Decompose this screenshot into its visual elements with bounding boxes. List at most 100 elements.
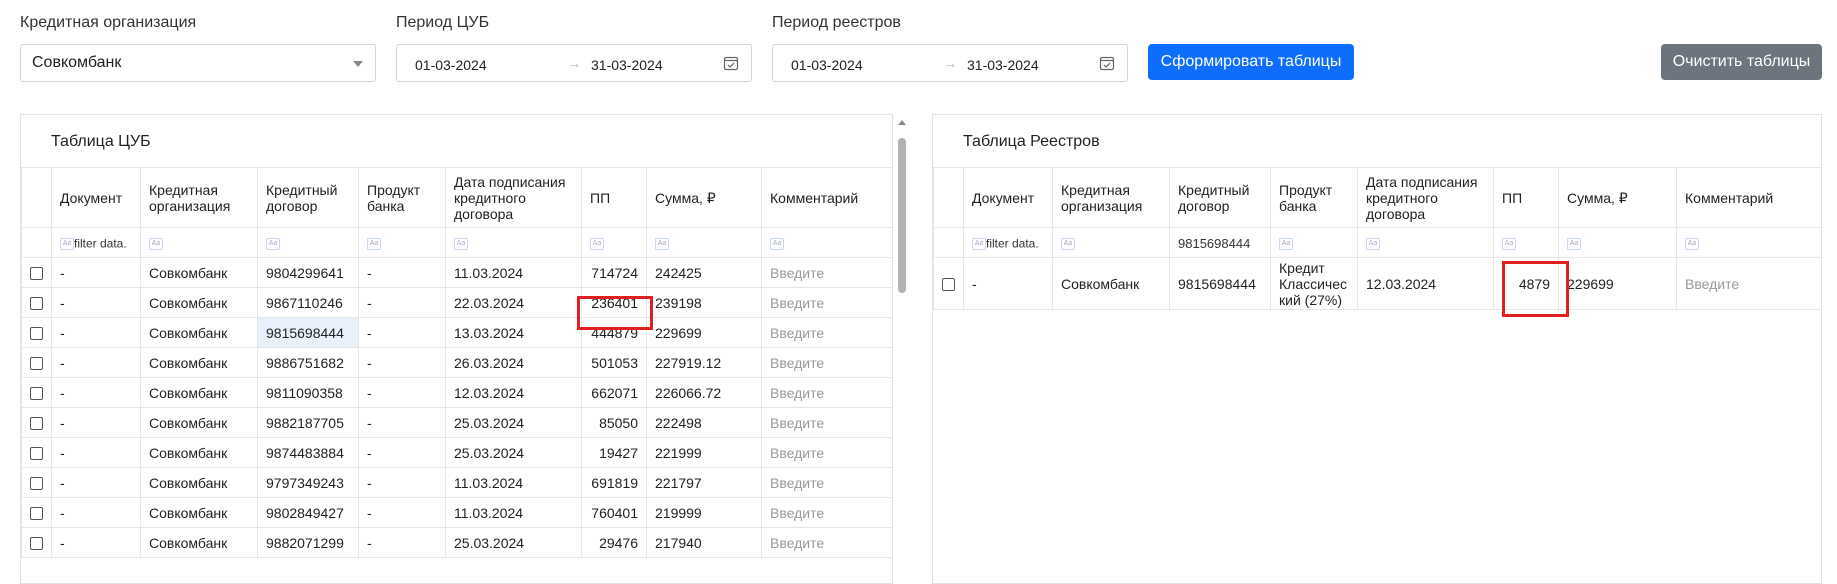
- cell-comment[interactable]: Введите: [761, 317, 892, 348]
- cell-pp: 760401: [581, 497, 647, 528]
- column-header[interactable]: Дата подписания кредитного договора: [445, 167, 582, 228]
- column-header[interactable]: Комментарий: [1676, 167, 1821, 228]
- table-row[interactable]: - Совкомбанк 9867110246-22.03.2024 236401 23…: [21, 287, 892, 318]
- row-checkbox[interactable]: [30, 357, 43, 371]
- org-select[interactable]: Совкомбанк: [20, 44, 376, 82]
- table-row[interactable]: - Совкомбанк 9802849427-11.03.2024 760401 21…: [21, 497, 892, 528]
- row-checkbox[interactable]: [30, 327, 43, 341]
- filter-input[interactable]: Aa: [1052, 227, 1170, 258]
- table-row[interactable]: - Совкомбанк 9811090358-12.03.2024 662071 22…: [21, 377, 892, 408]
- reg-date-to[interactable]: 31-03-2024: [967, 57, 1039, 73]
- column-header[interactable]: Кредитная организация: [140, 167, 258, 228]
- table-row[interactable]: - Совкомбанк 9882071299-25.03.2024 29476 217…: [21, 527, 892, 558]
- table-row[interactable]: - Совкомбанк 9882187705-25.03.2024 85050 222…: [21, 407, 892, 438]
- table-row[interactable]: - Совкомбанк 9804299641-11.03.2024 714724 24…: [21, 257, 892, 288]
- row-checkbox[interactable]: [30, 387, 43, 401]
- generate-tables-button[interactable]: Сформировать таблицы: [1148, 44, 1354, 80]
- cell-sum: 222498: [646, 407, 762, 438]
- column-header[interactable]: Кредитный договор: [1169, 167, 1271, 228]
- scrollbar-thumb[interactable]: [898, 138, 906, 293]
- row-checkbox[interactable]: [30, 507, 43, 521]
- table-row[interactable]: - Совкомбанк 9815698444 Кредит Классичес ки…: [933, 257, 1821, 310]
- cell-sum: 239198: [646, 287, 762, 318]
- cell-pp: 29476: [581, 527, 647, 558]
- column-header[interactable]: Продукт банка: [1270, 167, 1358, 228]
- filter-input[interactable]: Aa: [1493, 227, 1559, 258]
- filter-icon: Aa: [770, 237, 784, 250]
- reg-period-label: Период реестров: [772, 14, 901, 31]
- cub-date-range[interactable]: 01-03-2024 → 31-03-2024: [396, 44, 752, 82]
- filter-input[interactable]: Aa: [1270, 227, 1358, 258]
- calendar-icon[interactable]: [723, 55, 739, 71]
- column-header[interactable]: Продукт банка: [358, 167, 446, 228]
- cell-comment[interactable]: Введите: [761, 437, 892, 468]
- filter-placeholder: filter data.: [986, 236, 1039, 251]
- cell-product: -: [358, 497, 446, 528]
- table-row[interactable]: - Совкомбанк 9874483884-25.03.2024 19427 221…: [21, 437, 892, 468]
- cell-date: 11.03.2024: [445, 257, 582, 288]
- row-checkbox[interactable]: [30, 417, 43, 431]
- cell-comment[interactable]: Введите: [761, 257, 892, 288]
- column-header[interactable]: Кредитный договор: [257, 167, 359, 228]
- row-checkbox[interactable]: [30, 297, 43, 311]
- cell-comment[interactable]: Введите: [761, 347, 892, 378]
- filter-icon: Aa: [1279, 237, 1293, 250]
- filter-input[interactable]: Aa: [358, 227, 446, 258]
- column-header[interactable]: Документ: [51, 167, 141, 228]
- cell-comment[interactable]: Введите: [761, 377, 892, 408]
- cell-comment[interactable]: Введите: [761, 467, 892, 498]
- filter-row: Aa filter data. Aa 9815698444 Aa Aa Aa Aa…: [933, 227, 1821, 258]
- cell-comment[interactable]: Введите: [761, 287, 892, 318]
- cell-org: Совкомбанк: [140, 527, 258, 558]
- filter-input[interactable]: Aa: [581, 227, 647, 258]
- scrollbar[interactable]: [895, 118, 909, 578]
- arrow-right-icon: →: [943, 55, 957, 71]
- row-checkbox[interactable]: [30, 267, 43, 281]
- reg-date-from[interactable]: 01-03-2024: [791, 57, 863, 73]
- cell-sum: 221999: [646, 437, 762, 468]
- cell-comment[interactable]: Введите: [761, 497, 892, 528]
- column-header[interactable]: Комментарий: [761, 167, 892, 228]
- table-row[interactable]: - Совкомбанк 9797349243-11.03.2024 691819 22…: [21, 467, 892, 498]
- calendar-icon[interactable]: [1099, 55, 1115, 71]
- row-checkbox[interactable]: [942, 278, 955, 292]
- filter-input[interactable]: Aa: [761, 227, 892, 258]
- filter-input[interactable]: Aa filter data.: [51, 227, 141, 258]
- filter-input[interactable]: Aa: [257, 227, 359, 258]
- cell-comment[interactable]: Введите: [761, 527, 892, 558]
- filter-input[interactable]: Aa: [140, 227, 258, 258]
- cub-date-to[interactable]: 31-03-2024: [591, 57, 663, 73]
- cell-date: 22.03.2024: [445, 287, 582, 318]
- cell-org: Совкомбанк: [140, 497, 258, 528]
- cell-date: 25.03.2024: [445, 437, 582, 468]
- scroll-up-icon[interactable]: [898, 120, 906, 125]
- filter-input[interactable]: Aa: [445, 227, 582, 258]
- column-header[interactable]: Документ: [963, 167, 1053, 228]
- column-header[interactable]: Кредитная организация: [1052, 167, 1170, 228]
- row-checkbox[interactable]: [30, 447, 43, 461]
- table-row[interactable]: - Совкомбанк 9886751682-26.03.2024 501053 22…: [21, 347, 892, 378]
- row-checkbox[interactable]: [30, 477, 43, 491]
- cell-comment[interactable]: Введите: [761, 407, 892, 438]
- column-header[interactable]: ПП: [581, 167, 647, 228]
- column-header[interactable]: ПП: [1493, 167, 1559, 228]
- column-header[interactable]: Дата подписания кредитного договора: [1357, 167, 1494, 228]
- reg-date-range[interactable]: 01-03-2024 → 31-03-2024: [772, 44, 1128, 82]
- table-row[interactable]: - Совкомбанк 9815698444-13.03.2024 444879 22…: [21, 317, 892, 348]
- row-checkbox[interactable]: [30, 537, 43, 551]
- filter-input[interactable]: 9815698444: [1169, 227, 1271, 258]
- cell-comment[interactable]: Введите: [1676, 257, 1821, 310]
- filter-input[interactable]: Aa: [1676, 227, 1821, 258]
- cell-doc: -: [51, 347, 141, 378]
- clear-tables-button[interactable]: Очистить таблицы: [1661, 44, 1822, 80]
- column-header[interactable]: Сумма, ₽: [646, 167, 762, 228]
- filter-input[interactable]: Aa: [646, 227, 762, 258]
- cub-date-from[interactable]: 01-03-2024: [415, 57, 487, 73]
- cell-contract: 9867110246: [257, 287, 359, 318]
- column-header[interactable]: Сумма, ₽: [1558, 167, 1677, 228]
- filter-icon: Aa: [1502, 237, 1516, 250]
- filter-input[interactable]: Aa: [1357, 227, 1494, 258]
- filter-input[interactable]: Aa filter data.: [963, 227, 1053, 258]
- filter-input[interactable]: Aa: [1558, 227, 1677, 258]
- filter-placeholder: filter data.: [74, 236, 127, 251]
